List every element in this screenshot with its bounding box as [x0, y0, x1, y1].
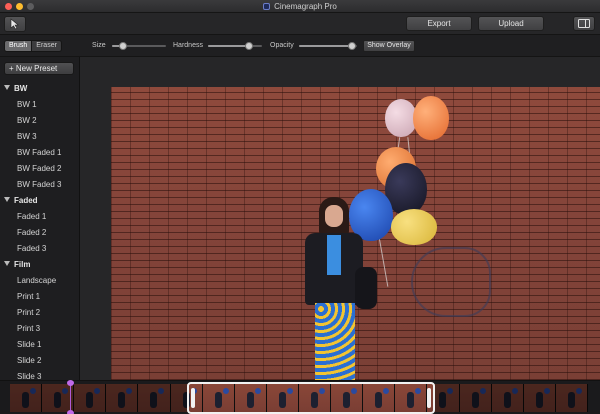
loop-end-handle[interactable]	[427, 388, 431, 408]
preset-item[interactable]: Faded 1	[0, 209, 79, 225]
preset-item[interactable]: BW Faded 2	[0, 161, 79, 177]
preset-item[interactable]: BW Faded 1	[0, 145, 79, 161]
canvas-area[interactable]	[80, 57, 600, 380]
size-slider-knob[interactable]	[118, 42, 127, 50]
preset-group-label: Faded	[14, 196, 38, 205]
face	[325, 205, 343, 227]
preset-item[interactable]: Faded 3	[0, 241, 79, 257]
loop-start-handle[interactable]	[191, 388, 195, 408]
size-slider[interactable]	[112, 42, 166, 50]
playhead-bottom-knob[interactable]	[67, 410, 74, 414]
show-overlay-button[interactable]: Show Overlay	[363, 40, 415, 52]
sidebar-panel-icon	[578, 19, 590, 28]
select-tool-button[interactable]	[4, 16, 26, 32]
hardness-label: Hardness	[173, 42, 203, 49]
eraser-mode-button[interactable]: Eraser	[31, 41, 61, 51]
preset-group-label: BW	[14, 84, 28, 93]
preset-item[interactable]: BW Faded 3	[0, 177, 79, 193]
preset-list: BW BW 1 BW 2 BW 3 BW Faded 1 BW Faded 2 BW Fad…	[0, 81, 79, 380]
yellow-balloon	[391, 209, 437, 245]
timeline-unselected-right	[435, 384, 588, 412]
loop-range-selection[interactable]	[187, 382, 435, 414]
orange-balloon	[413, 96, 449, 140]
balloon-string	[378, 237, 389, 287]
disclosure-triangle-icon[interactable]	[4, 85, 10, 90]
preset-item[interactable]: Print 2	[0, 305, 79, 321]
presets-sidebar: + New Preset BW BW 1 BW 2 BW 3 BW Faded 1 BW …	[0, 57, 80, 380]
preset-group-film[interactable]: Film	[0, 257, 79, 273]
preset-item[interactable]: Slide 2	[0, 353, 79, 369]
opacity-slider-fill	[299, 45, 353, 47]
window-title-text: Cinemagraph Pro	[274, 2, 337, 11]
opacity-label: Opacity	[270, 42, 294, 49]
timeline-unselected-left	[10, 384, 187, 412]
preset-group-bw[interactable]: BW	[0, 81, 79, 97]
main-toolbar: Export Upload	[0, 13, 600, 35]
panel-toggle-button[interactable]	[573, 16, 595, 31]
size-label: Size	[92, 42, 106, 49]
woman-figure	[301, 197, 377, 380]
cursor-arrow-icon	[10, 18, 20, 30]
hardness-slider-fill	[208, 45, 249, 47]
preset-group-faded[interactable]: Faded	[0, 193, 79, 209]
opacity-slider[interactable]	[299, 42, 357, 50]
preset-item[interactable]: BW 2	[0, 113, 79, 129]
disclosure-triangle-icon[interactable]	[4, 197, 10, 202]
preset-item[interactable]: Print 1	[0, 289, 79, 305]
timeline[interactable]	[0, 380, 600, 414]
new-preset-button[interactable]: + New Preset	[4, 62, 74, 75]
opacity-slider-knob[interactable]	[348, 42, 357, 50]
preset-item[interactable]: Slide 3	[0, 369, 79, 380]
preset-item[interactable]: Print 3	[0, 321, 79, 337]
preset-item[interactable]: BW 3	[0, 129, 79, 145]
brush-mode-button[interactable]: Brush	[5, 41, 32, 51]
blue-shirt	[327, 235, 341, 275]
pineapple-pants	[315, 303, 355, 380]
brush-options-bar: Brush Eraser Size Hardness Opacity Show …	[0, 35, 600, 57]
upload-button[interactable]: Upload	[478, 16, 544, 31]
playhead[interactable]	[67, 380, 74, 414]
disclosure-triangle-icon[interactable]	[4, 261, 10, 266]
brush-eraser-toggle: Brush Eraser	[4, 40, 62, 52]
video-frame-image[interactable]	[111, 87, 600, 380]
hardness-slider[interactable]	[208, 42, 262, 50]
preset-item[interactable]: Landscape	[0, 273, 79, 289]
preset-item[interactable]: Slide 1	[0, 337, 79, 353]
preset-group-label: Film	[14, 260, 31, 269]
backpack	[355, 267, 377, 309]
window-title-bar: Cinemagraph Pro	[0, 0, 600, 13]
export-button[interactable]: Export	[406, 16, 472, 31]
window-title: Cinemagraph Pro	[0, 2, 600, 11]
app-icon	[263, 3, 271, 10]
playhead-top-knob[interactable]	[67, 380, 74, 386]
preset-item[interactable]: BW 1	[0, 97, 79, 113]
hardness-slider-knob[interactable]	[244, 42, 253, 50]
wall-graffiti	[411, 247, 491, 317]
preset-item[interactable]: Faded 2	[0, 225, 79, 241]
